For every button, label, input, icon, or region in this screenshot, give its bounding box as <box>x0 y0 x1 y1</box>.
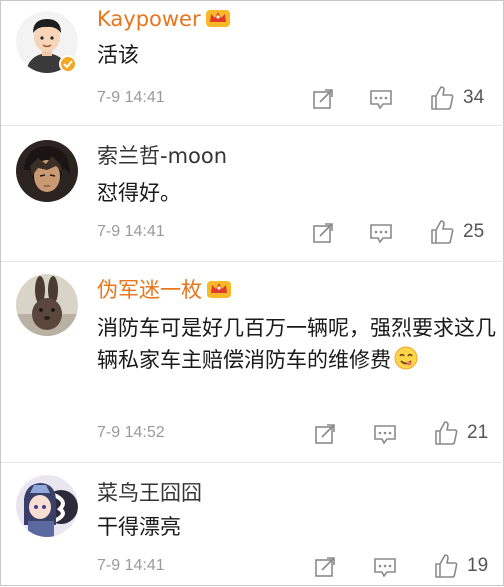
like-count: 34 <box>463 87 485 108</box>
comment-list: Kaypower 活该 7-9 14:41 34 索兰哲-moon 怼得好。 7… <box>0 0 504 586</box>
comment-icon[interactable] <box>373 555 397 579</box>
timestamp: 7-9 14:41 <box>97 223 165 240</box>
avatar[interactable] <box>16 274 78 336</box>
comment-text: 活该 <box>97 43 139 67</box>
username[interactable]: 伪军迷一枚 <box>97 276 232 307</box>
share-icon[interactable] <box>311 221 335 245</box>
username-label: 伪军迷一枚 <box>97 278 202 302</box>
thumbs-up-icon <box>433 553 459 579</box>
crown-icon <box>205 7 231 36</box>
like-button[interactable]: 21 <box>433 420 488 446</box>
share-icon[interactable] <box>313 422 337 446</box>
thumbs-up-icon <box>429 85 455 111</box>
thumbs-up-icon <box>429 219 455 245</box>
username[interactable]: 索兰哲-moon <box>97 142 227 170</box>
share-icon[interactable] <box>313 555 337 579</box>
share-icon[interactable] <box>311 87 335 111</box>
username[interactable]: Kaypower <box>97 5 231 36</box>
like-count: 25 <box>463 221 485 242</box>
comment-icon[interactable] <box>373 422 397 446</box>
like-button[interactable]: 25 <box>429 219 484 245</box>
verified-badge-icon <box>59 55 77 73</box>
timestamp: 7-9 14:41 <box>97 89 165 106</box>
comment-text: 干得漂亮 <box>97 515 181 539</box>
comment-icon[interactable] <box>369 221 393 245</box>
timestamp: 7-9 14:41 <box>97 557 165 574</box>
comment-text-content: 消防车可是好几百万一辆呢，强烈要求这几辆私家车主赔偿消防车的维修费 <box>97 316 496 372</box>
comment-item: 菜鸟王囧囧 干得漂亮 7-9 14:41 19 <box>1 463 504 587</box>
like-count: 21 <box>467 422 489 443</box>
comment-item: 伪军迷一枚 消防车可是好几百万一辆呢，强烈要求这几辆私家车主赔偿消防车的维修费 <box>1 262 504 462</box>
username-label: Kaypower <box>97 7 201 31</box>
like-button[interactable]: 34 <box>429 85 484 111</box>
comment-item: 索兰哲-moon 怼得好。 7-9 14:41 25 <box>1 126 504 261</box>
avatar[interactable] <box>16 140 78 202</box>
like-button[interactable]: 19 <box>433 553 488 579</box>
crown-icon <box>206 278 232 307</box>
username[interactable]: 菜鸟王囧囧 <box>97 479 202 507</box>
comment-icon[interactable] <box>369 87 393 111</box>
yummy-face-emoji <box>393 345 419 380</box>
comment-text: 消防车可是好几百万一辆呢，强烈要求这几辆私家车主赔偿消防车的维修费 <box>97 312 497 380</box>
comment-item: Kaypower 活该 7-9 14:41 34 <box>1 1 504 125</box>
thumbs-up-icon <box>433 420 459 446</box>
comment-text: 怼得好。 <box>97 181 181 205</box>
timestamp: 7-9 14:52 <box>97 424 165 441</box>
avatar[interactable] <box>16 475 78 537</box>
like-count: 19 <box>467 555 489 576</box>
username-label: 菜鸟王囧囧 <box>97 481 202 505</box>
username-label: 索兰哲-moon <box>97 144 228 168</box>
